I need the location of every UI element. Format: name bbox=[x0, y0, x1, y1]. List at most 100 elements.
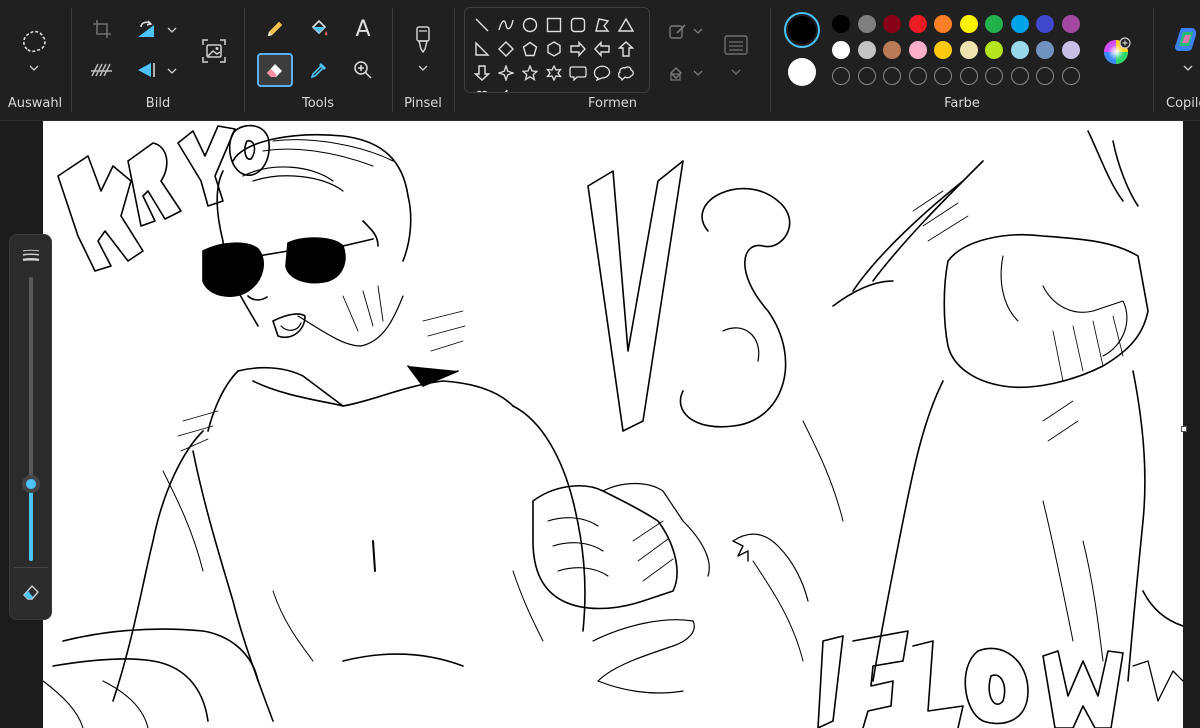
brush-icon[interactable] bbox=[405, 22, 441, 56]
chevron-down-icon[interactable] bbox=[166, 65, 178, 77]
resize-icon[interactable] bbox=[84, 53, 120, 87]
pentagon-shape-icon[interactable] bbox=[519, 38, 541, 60]
copilot-icon[interactable] bbox=[1168, 22, 1200, 56]
flip-icon[interactable] bbox=[128, 53, 164, 87]
brush-size-slider-thumb[interactable] bbox=[22, 475, 40, 494]
group-image: Bild bbox=[72, 0, 244, 121]
secondary-color-button[interactable] bbox=[788, 58, 816, 86]
sketch-lettering-vs bbox=[587, 160, 791, 432]
color-swatch[interactable] bbox=[934, 41, 952, 59]
color-swatch[interactable] bbox=[883, 41, 901, 59]
polygon-shape-icon[interactable] bbox=[591, 14, 613, 36]
group-brushes: Pinsel bbox=[393, 0, 453, 121]
shape-fill-icon[interactable] bbox=[660, 56, 696, 90]
color-swatch[interactable] bbox=[908, 41, 927, 59]
right-triangle-shape-icon[interactable] bbox=[471, 38, 493, 60]
lightning-shape-icon[interactable] bbox=[495, 86, 517, 92]
image-creator-icon[interactable] bbox=[194, 32, 234, 70]
group-copilot: Copilo bbox=[1154, 0, 1200, 121]
color-swatch[interactable] bbox=[1061, 41, 1080, 59]
color-swatch[interactable] bbox=[985, 15, 1003, 33]
chevron-down-icon[interactable] bbox=[692, 67, 704, 79]
primary-color-button[interactable] bbox=[784, 12, 820, 48]
group-label-brushes: Pinsel bbox=[404, 96, 442, 111]
line-shape-icon[interactable] bbox=[471, 14, 493, 36]
chevron-down-icon[interactable] bbox=[1182, 62, 1194, 74]
layers-icon[interactable] bbox=[718, 28, 754, 62]
color-swatch[interactable] bbox=[959, 15, 978, 33]
custom-color-slot[interactable] bbox=[857, 67, 876, 85]
custom-color-slot[interactable] bbox=[934, 67, 952, 85]
group-label-tools: Tools bbox=[301, 96, 335, 111]
color-swatch[interactable] bbox=[883, 15, 901, 33]
six-point-star-shape-icon[interactable] bbox=[543, 62, 565, 84]
chevron-down-icon[interactable] bbox=[417, 62, 429, 74]
color-swatch[interactable] bbox=[985, 41, 1003, 59]
text-icon[interactable]: A bbox=[345, 12, 381, 46]
hexagon-shape-icon[interactable] bbox=[543, 38, 565, 60]
shape-outline-icon[interactable] bbox=[660, 14, 696, 48]
custom-color-slot[interactable] bbox=[1036, 67, 1054, 85]
custom-color-slot[interactable] bbox=[985, 67, 1003, 85]
eraser-icon[interactable] bbox=[257, 53, 293, 87]
pencil-icon[interactable] bbox=[257, 12, 293, 46]
color-swatch[interactable] bbox=[1010, 41, 1029, 59]
rounded-callout-shape-icon[interactable] bbox=[567, 62, 589, 84]
canvas-resize-handle[interactable] bbox=[1181, 426, 1187, 432]
color-swatch[interactable] bbox=[832, 41, 850, 59]
color-swatch[interactable] bbox=[857, 41, 876, 59]
color-swatch[interactable] bbox=[908, 15, 927, 33]
down-arrow-shape-icon[interactable] bbox=[471, 62, 493, 84]
curve-shape-icon[interactable] bbox=[495, 14, 517, 36]
custom-color-slot[interactable] bbox=[1010, 67, 1029, 85]
left-arrow-shape-icon[interactable] bbox=[591, 38, 613, 60]
oval-shape-icon[interactable] bbox=[519, 14, 541, 36]
color-swatch[interactable] bbox=[1036, 41, 1054, 59]
chevron-down-icon[interactable] bbox=[692, 25, 704, 37]
custom-color-slot[interactable] bbox=[883, 67, 901, 85]
color-swatch[interactable] bbox=[1061, 15, 1080, 33]
drawing-canvas[interactable] bbox=[43, 121, 1183, 728]
triangle-shape-icon[interactable] bbox=[615, 14, 637, 36]
magnifier-icon[interactable] bbox=[345, 53, 381, 87]
group-label-shapes: Formen bbox=[588, 96, 637, 111]
chevron-down-icon[interactable] bbox=[166, 24, 178, 36]
up-arrow-shape-icon[interactable] bbox=[615, 38, 637, 60]
chevron-down-icon[interactable] bbox=[730, 66, 742, 78]
group-selection: Auswahl bbox=[0, 0, 70, 121]
color-swatch[interactable] bbox=[1010, 15, 1029, 33]
rounded-rectangle-shape-icon[interactable] bbox=[567, 14, 589, 36]
rectangle-shape-icon[interactable] bbox=[543, 14, 565, 36]
oval-callout-shape-icon[interactable] bbox=[591, 62, 613, 84]
color-swatch[interactable] bbox=[959, 41, 978, 59]
edit-colors-icon[interactable] bbox=[1098, 34, 1134, 68]
color-swatch[interactable] bbox=[934, 15, 952, 33]
color-swatch[interactable] bbox=[832, 15, 850, 33]
shapes-gallery bbox=[464, 7, 650, 93]
brush-size-icon bbox=[21, 248, 41, 267]
custom-color-slot[interactable] bbox=[832, 67, 850, 85]
custom-color-slot[interactable] bbox=[959, 67, 978, 85]
cloud-callout-shape-icon[interactable] bbox=[615, 62, 637, 84]
color-swatch[interactable] bbox=[1036, 15, 1054, 33]
five-point-star-shape-icon[interactable] bbox=[519, 62, 541, 84]
group-label-copilot: Copilo bbox=[1166, 96, 1200, 111]
right-arrow-shape-icon[interactable] bbox=[567, 38, 589, 60]
color-swatch[interactable] bbox=[857, 15, 876, 33]
rotate-icon[interactable] bbox=[128, 12, 164, 46]
crop-icon[interactable] bbox=[84, 12, 120, 46]
diamond-shape-icon[interactable] bbox=[495, 38, 517, 60]
custom-color-slot[interactable] bbox=[908, 67, 927, 85]
four-point-star-shape-icon[interactable] bbox=[495, 62, 517, 84]
color-picker-icon[interactable] bbox=[301, 53, 337, 87]
divider bbox=[14, 567, 48, 568]
custom-color-slot[interactable] bbox=[1061, 67, 1080, 85]
chevron-down-icon[interactable] bbox=[28, 62, 40, 74]
heart-shape-icon[interactable] bbox=[471, 86, 493, 92]
freeform-selection-icon[interactable] bbox=[14, 22, 54, 62]
eraser-mode-icon[interactable] bbox=[14, 575, 48, 609]
fill-bucket-icon[interactable] bbox=[301, 12, 337, 46]
group-tools: A Tools bbox=[245, 0, 391, 121]
brush-size-panel bbox=[9, 234, 52, 620]
brush-size-slider-fill bbox=[29, 484, 33, 561]
